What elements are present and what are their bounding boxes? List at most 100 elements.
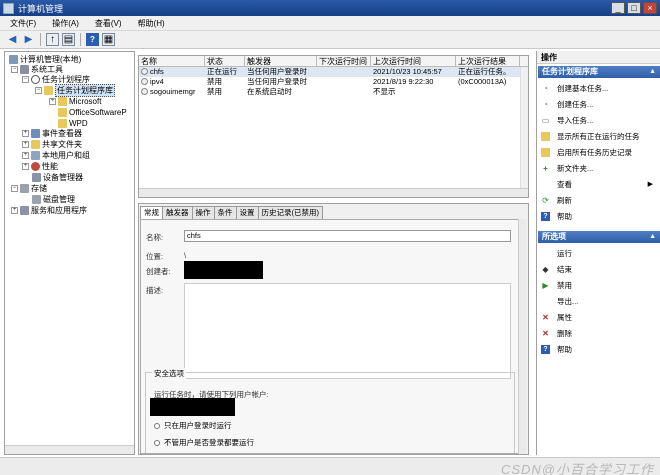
action-end[interactable]: ◆ 结束 (541, 263, 572, 275)
tab-actions[interactable]: 操作 (191, 206, 215, 219)
menu-help[interactable]: 帮助(H) (138, 18, 165, 29)
tree-node-shared-folders[interactable]: + 共享文件夹 (22, 139, 82, 150)
task-next-run (317, 77, 371, 87)
services-icon (20, 206, 29, 215)
tree-node-storage[interactable]: − 存储 (11, 183, 47, 194)
tab-history[interactable]: 历史记录(已禁用) (257, 206, 323, 219)
collapse-icon[interactable]: − (35, 87, 42, 94)
description-field[interactable] (184, 283, 511, 379)
action-view[interactable]: 查看 ▶ (541, 178, 657, 190)
task-trigger: 当任何用户登录时 (247, 67, 307, 76)
collapse-caret-icon[interactable]: ▲ (649, 66, 656, 78)
tree-node-microsoft[interactable]: + Microsoft (49, 96, 101, 107)
location-label: 位置: (146, 252, 164, 261)
action-show-running-tasks[interactable]: 显示所有正在运行的任务 (541, 130, 640, 142)
action-help-selected[interactable]: ? 帮助 (541, 343, 572, 355)
action-properties[interactable]: ✕ 属性 (541, 311, 572, 323)
maximize-button[interactable]: □ (627, 2, 641, 14)
tab-settings[interactable]: 设置 (235, 206, 259, 219)
task-status: 禁用 (207, 87, 222, 96)
detail-vertical-scrollbar[interactable] (518, 219, 526, 454)
task-row-chfs[interactable]: chfs 正在运行 当任何用户登录时 2021/10/23 10:45:57 正… (139, 67, 528, 77)
task-name: sogouimemgr (150, 87, 196, 96)
action-new-folder[interactable]: + 新文件夹... (541, 162, 593, 174)
tree-node-event-viewer[interactable]: + 事件查看器 (22, 128, 82, 139)
expand-icon[interactable]: + (22, 141, 29, 148)
back-arrow-icon[interactable]: ◀ (6, 33, 19, 46)
forward-arrow-icon[interactable]: ▶ (22, 33, 35, 46)
radio-run-only-when-logged-on[interactable]: 只在用户登录时运行 (154, 420, 232, 431)
menu-file[interactable]: 文件(F) (10, 18, 36, 29)
task-row-sogouimemgr[interactable]: sogouimemgr 禁用 在系统启动时 不显示 (139, 87, 528, 97)
tab-conditions[interactable]: 条件 (213, 206, 237, 219)
task-name-field[interactable]: chfs (184, 230, 511, 242)
task-next-run (317, 67, 371, 77)
radio-run-whether-logged-on[interactable]: 不管用户是否登录都要运行 (154, 437, 254, 448)
performance-icon (31, 162, 40, 171)
action-create-task[interactable]: ◔ 创建任务... (541, 98, 593, 110)
column-status[interactable]: 状态 (205, 56, 245, 67)
refresh-icon: ⟳ (542, 195, 549, 205)
status-bar: CSDN@小百合学习工作 (0, 457, 660, 475)
tree-node-disk-management[interactable]: 磁盘管理 (32, 194, 75, 205)
view-icon (541, 180, 550, 189)
disable-icon: ▶ (542, 280, 549, 290)
action-delete[interactable]: ✕ 删除 (541, 327, 572, 339)
column-last-run[interactable]: 上次运行时间 (371, 56, 456, 67)
tree-node-officesoftware[interactable]: OfficeSoftwareP (58, 107, 127, 118)
column-name[interactable]: 名称 (139, 56, 205, 67)
expand-icon[interactable]: + (22, 152, 29, 159)
tree-node-device-manager[interactable]: 设备管理器 (32, 172, 83, 183)
menu-view[interactable]: 查看(V) (95, 18, 122, 29)
tree-horizontal-scrollbar[interactable] (5, 445, 134, 454)
expand-icon[interactable]: + (22, 130, 29, 137)
action-export[interactable]: 导出... (541, 295, 578, 307)
menu-action[interactable]: 操作(A) (52, 18, 79, 29)
tree-node-performance[interactable]: + 性能 (22, 161, 58, 172)
action-create-basic-task[interactable]: ◔ 创建基本任务... (541, 82, 608, 94)
action-enable-history[interactable]: 启用所有任务历史记录 (541, 146, 632, 158)
tab-general[interactable]: 常规 (140, 206, 163, 220)
properties-icon: ✕ (542, 312, 549, 322)
column-next-run[interactable]: 下次运行时间 (317, 56, 371, 67)
tree-node-services-applications[interactable]: + 服务和应用程序 (11, 205, 87, 216)
collapse-icon[interactable]: − (11, 185, 18, 192)
help-icon[interactable]: ? (86, 33, 99, 46)
action-disable[interactable]: ▶ 禁用 (541, 279, 572, 291)
tab-triggers[interactable]: 触发器 (162, 206, 193, 219)
list-vertical-scrollbar[interactable] (520, 67, 528, 188)
section-selected-item[interactable]: 所选项 ▲ (538, 231, 660, 243)
show-action-pane-icon[interactable]: ▦ (102, 33, 115, 46)
minimize-button[interactable]: _ (611, 2, 625, 14)
collapse-caret-icon[interactable]: ▲ (649, 231, 656, 243)
expand-icon[interactable]: + (11, 207, 18, 214)
task-trigger: 在系统启动时 (247, 87, 292, 96)
action-help[interactable]: ? 帮助 (541, 210, 572, 222)
action-refresh[interactable]: ⟳ 刷新 (541, 194, 572, 206)
action-import-task[interactable]: ▭ 导入任务... (541, 114, 594, 126)
section-task-scheduler-library[interactable]: 任务计划程序库 ▲ (538, 66, 660, 78)
expand-icon[interactable]: + (49, 98, 56, 105)
task-last-result: (0xC000013A) (458, 77, 507, 86)
toolbar-separator (40, 33, 41, 46)
import-icon: ▭ (541, 115, 550, 125)
up-folder-icon[interactable]: ↑ (46, 33, 59, 46)
watermark: CSDN@小百合学习工作 (500, 462, 654, 475)
tree-node-local-users-groups[interactable]: + 本地用户和组 (22, 150, 90, 161)
column-trigger[interactable]: 触发器 (245, 56, 317, 67)
device-manager-icon (32, 173, 41, 182)
collapse-icon[interactable]: − (11, 66, 18, 73)
task-name: ipv4 (150, 77, 164, 86)
column-last-result[interactable]: 上次运行结果 (456, 56, 520, 67)
close-button[interactable]: × (643, 2, 657, 14)
expand-icon[interactable]: + (22, 163, 29, 170)
list-horizontal-scrollbar[interactable] (139, 188, 528, 197)
action-run[interactable]: 运行 (541, 247, 572, 259)
show-hide-tree-icon[interactable]: ▤ (62, 33, 75, 46)
collapse-icon[interactable]: − (22, 76, 29, 83)
description-label: 描述: (146, 286, 164, 295)
tree-node-task-scheduler-library[interactable]: − 任务计划程序库 (35, 84, 115, 97)
security-options-group: 安全选项 运行任务时，请使用下列用户帐户: 只在用户登录时运行 不管用户是否登录… (145, 368, 515, 453)
disk-icon (32, 195, 41, 204)
task-row-ipv4[interactable]: ipv4 禁用 当任何用户登录时 2021/8/19 9:22:30 (0xC0… (139, 77, 528, 87)
